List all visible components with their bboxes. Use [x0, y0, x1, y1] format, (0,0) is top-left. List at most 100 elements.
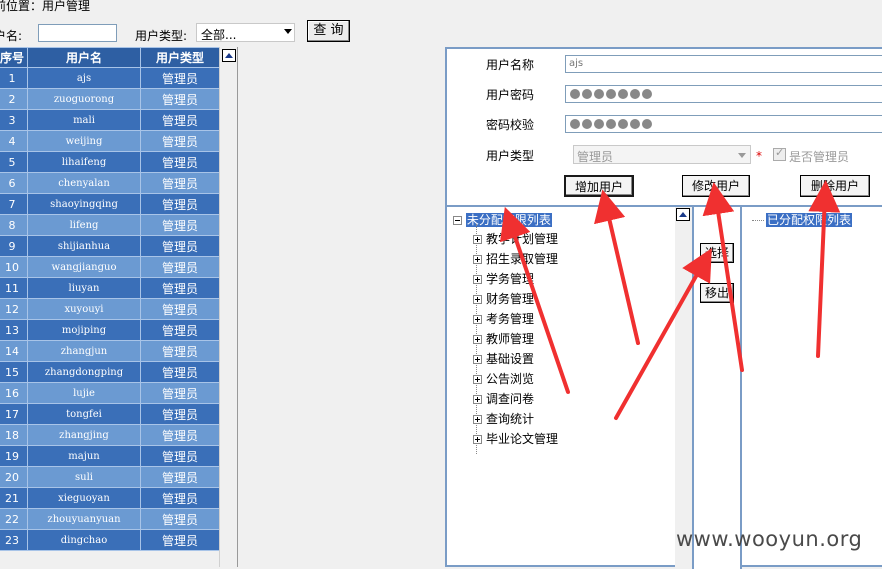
permission-tree-item[interactable]: 教师管理	[473, 329, 558, 349]
password-confirm-input[interactable]	[565, 115, 882, 133]
tree-scrollbar[interactable]	[675, 207, 692, 569]
row-index: 16	[0, 382, 28, 404]
permission-tree-item[interactable]: 考务管理	[473, 309, 558, 329]
row-usertype: 管理员	[140, 298, 220, 320]
row-index: 21	[0, 487, 28, 509]
scroll-up-icon[interactable]	[676, 208, 690, 221]
expand-icon[interactable]	[473, 295, 482, 304]
query-button[interactable]: 查 询	[307, 20, 350, 42]
row-username: ajs	[27, 67, 141, 89]
table-row[interactable]: 10 wangjianguo 管理员	[0, 256, 220, 278]
permission-tree-item[interactable]: 公告浏览	[473, 369, 558, 389]
permission-item-label: 查询统计	[486, 412, 535, 426]
row-usertype: 管理员	[140, 424, 220, 446]
row-username: wangjianguo	[27, 256, 141, 278]
row-index: 15	[0, 361, 28, 383]
table-row[interactable]: 23 dingchao 管理员	[0, 529, 220, 551]
row-index: 9	[0, 235, 28, 257]
table-row[interactable]: 7 shaoyingqing 管理员	[0, 193, 220, 215]
delete-user-button[interactable]: 删除用户	[800, 175, 870, 197]
remove-permission-button[interactable]: 移出	[700, 283, 734, 303]
expand-icon[interactable]	[473, 235, 482, 244]
expand-icon[interactable]	[473, 355, 482, 364]
permission-tree-item[interactable]: 学务管理	[473, 269, 558, 289]
table-row[interactable]: 3 mali 管理员	[0, 109, 220, 131]
row-usertype: 管理员	[140, 130, 220, 152]
permission-item-label: 毕业论文管理	[486, 432, 559, 446]
row-usertype: 管理员	[140, 445, 220, 467]
select-permission-button[interactable]: 选择	[700, 243, 734, 263]
permission-tree-item[interactable]: 财务管理	[473, 289, 558, 309]
expand-icon[interactable]	[473, 335, 482, 344]
table-row[interactable]: 13 mojiping 管理员	[0, 319, 220, 341]
permission-item-label: 招生录取管理	[486, 252, 559, 266]
panel-divider	[447, 205, 882, 207]
table-row[interactable]: 11 liuyan 管理员	[0, 277, 220, 299]
assigned-tree-root[interactable]: 已分配权限列表	[752, 211, 853, 228]
password-confirm-mask	[569, 116, 882, 132]
table-row[interactable]: 1 ajs 管理员	[0, 67, 220, 89]
table-row[interactable]: 4 weijing 管理员	[0, 130, 220, 152]
table-header-row: 序号 用户名 用户类型	[0, 47, 220, 68]
move-controls: 选择 移出	[692, 207, 742, 569]
assigned-tree-title[interactable]: 已分配权限列表	[766, 213, 853, 227]
table-row[interactable]: 2 zuoguorong 管理员	[0, 88, 220, 110]
table-row[interactable]: 12 xuyouyi 管理员	[0, 298, 220, 320]
expand-icon[interactable]	[473, 415, 482, 424]
table-row[interactable]: 8 lifeng 管理员	[0, 214, 220, 236]
expand-icon[interactable]	[473, 375, 482, 384]
user-form-panel: 用户名称 ajs 用户密码 密码校验 用户类型 管理员 * 是否管理员 增加用户…	[445, 47, 882, 569]
scroll-up-icon[interactable]	[222, 49, 236, 62]
table-scrollbar[interactable]	[219, 47, 238, 567]
permission-tree-item[interactable]: 查询统计	[473, 409, 558, 429]
table-row[interactable]: 22 zhouyuanyuan 管理员	[0, 508, 220, 530]
row-username: zhangjing	[27, 424, 141, 446]
table-row[interactable]: 6 chenyalan 管理员	[0, 172, 220, 194]
required-mark: *	[756, 149, 762, 163]
add-user-button[interactable]: 增加用户	[564, 175, 634, 197]
permission-tree-item[interactable]: 招生录取管理	[473, 249, 558, 269]
table-row[interactable]: 9 shijianhua 管理员	[0, 235, 220, 257]
permission-item-label: 考务管理	[486, 312, 535, 326]
expand-icon[interactable]	[473, 315, 482, 324]
unassigned-tree-title[interactable]: 未分配权限列表	[465, 213, 552, 227]
row-username: lifeng	[27, 214, 141, 236]
unassigned-tree-root[interactable]: 未分配权限列表	[453, 211, 552, 228]
permission-item-label: 财务管理	[486, 292, 535, 306]
expand-icon[interactable]	[473, 395, 482, 404]
is-admin-label: 是否管理员	[789, 150, 850, 164]
edit-user-button[interactable]: 修改用户	[682, 175, 750, 197]
table-row[interactable]: 17 tongfei 管理员	[0, 403, 220, 425]
collapse-icon[interactable]	[453, 216, 462, 225]
row-username: zhouyuanyuan	[27, 508, 141, 530]
table-row[interactable]: 21 xieguoyan 管理员	[0, 487, 220, 509]
user-table: 序号 用户名 用户类型 1 ajs 管理员 2 zuoguorong 管理员 3 mali 管理…	[0, 47, 220, 551]
user-type-select[interactable]: 管理员	[573, 145, 751, 164]
permission-item-label: 调查问卷	[486, 392, 535, 406]
table-row[interactable]: 5 lihaifeng 管理员	[0, 151, 220, 173]
is-admin-checkbox[interactable]	[773, 146, 786, 161]
row-usertype: 管理员	[140, 361, 220, 383]
row-index: 23	[0, 529, 28, 551]
table-row[interactable]: 15 zhangdongping 管理员	[0, 361, 220, 383]
usertype-filter-value: 全部...	[201, 28, 237, 42]
expand-icon[interactable]	[473, 275, 482, 284]
username-search-input[interactable]	[38, 24, 117, 42]
permission-tree-item[interactable]: 毕业论文管理	[473, 429, 558, 449]
row-username: dingchao	[27, 529, 141, 551]
password-input[interactable]	[565, 85, 882, 103]
permission-tree-item[interactable]: 基础设置	[473, 349, 558, 369]
permission-tree-item[interactable]: 教学计划管理	[473, 229, 558, 249]
expand-icon[interactable]	[473, 435, 482, 444]
usertype-filter-select[interactable]: 全部...	[196, 23, 295, 42]
table-row[interactable]: 16 lujie 管理员	[0, 382, 220, 404]
table-row[interactable]: 14 zhangjun 管理员	[0, 340, 220, 362]
table-row[interactable]: 19 majun 管理员	[0, 445, 220, 467]
user-name-input[interactable]: ajs	[565, 55, 882, 73]
expand-icon[interactable]	[473, 255, 482, 264]
row-index: 10	[0, 256, 28, 278]
permission-tree-item[interactable]: 调查问卷	[473, 389, 558, 409]
row-username: chenyalan	[27, 172, 141, 194]
table-row[interactable]: 18 zhangjing 管理员	[0, 424, 220, 446]
table-row[interactable]: 20 suli 管理员	[0, 466, 220, 488]
